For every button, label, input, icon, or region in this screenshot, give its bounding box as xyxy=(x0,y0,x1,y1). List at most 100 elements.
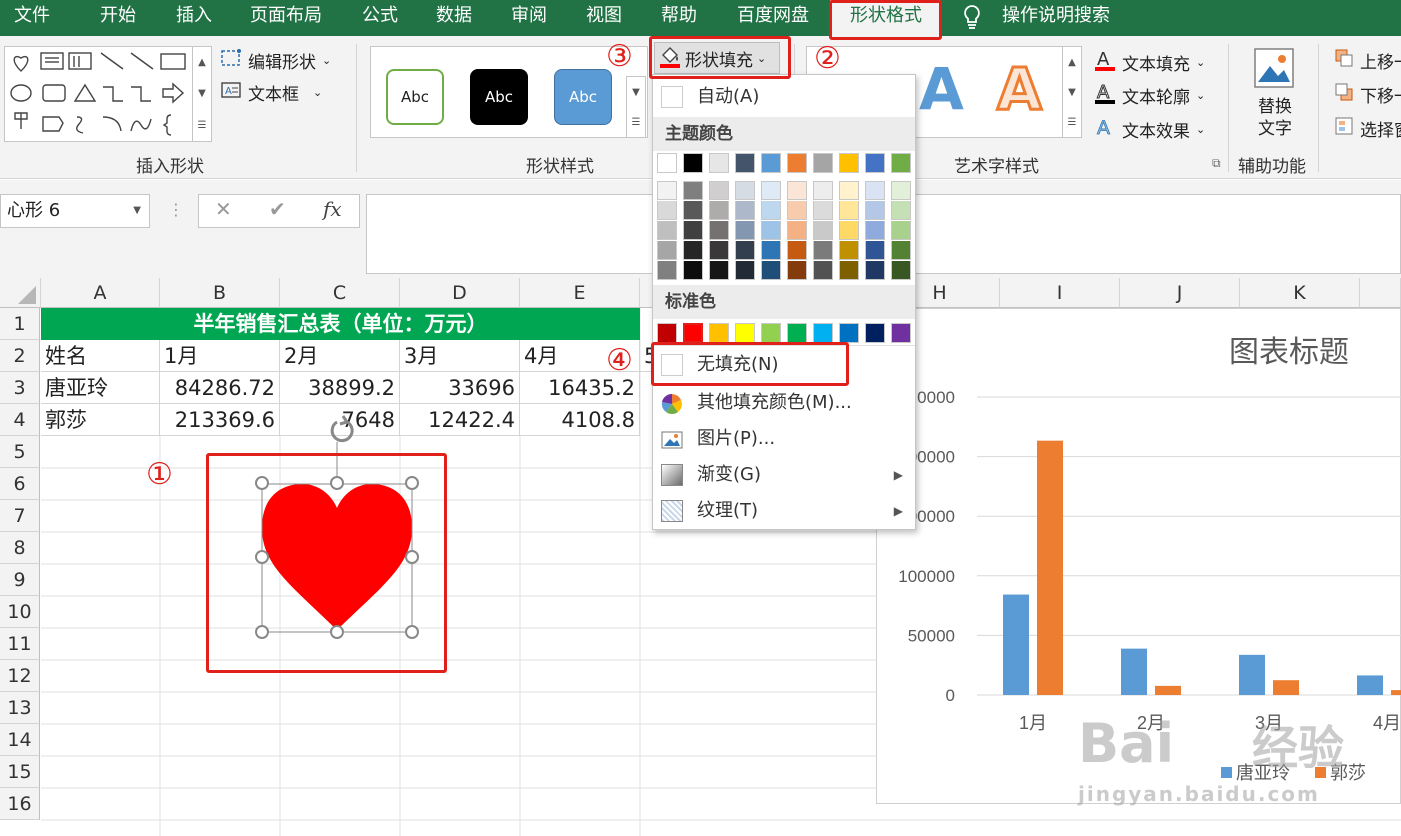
theme-shade-swatch[interactable] xyxy=(891,181,911,200)
theme-color-swatch[interactable] xyxy=(709,153,729,173)
row-header-11[interactable]: 11 xyxy=(0,628,40,660)
cell-c2[interactable]: 2月 xyxy=(280,340,400,372)
send-backward-button[interactable]: 下移一 xyxy=(1334,82,1401,107)
text-box-button[interactable]: A 文本框 ⌄ xyxy=(220,80,322,105)
cell-a4[interactable]: 郭莎 xyxy=(41,404,160,436)
row-header-6[interactable]: 6 xyxy=(0,468,40,500)
column-header-e[interactable]: E xyxy=(520,278,640,308)
row-header-1[interactable]: 1 xyxy=(0,308,40,340)
row-header-13[interactable]: 13 xyxy=(0,692,40,724)
cell-e4[interactable]: 4108.8 xyxy=(520,404,640,436)
tell-me-search[interactable]: 操作说明搜索 xyxy=(1002,0,1110,36)
menu-item-more-fill-colors[interactable]: 其他填充颜色(M)... xyxy=(653,385,915,421)
row-header-10[interactable]: 10 xyxy=(0,596,40,628)
theme-shade-swatch[interactable] xyxy=(813,181,833,200)
shape-style-black[interactable]: Abc xyxy=(470,69,528,125)
standard-color-swatch[interactable] xyxy=(787,323,807,343)
cancel-icon[interactable]: ✕ xyxy=(215,197,232,221)
theme-shade-swatch[interactable] xyxy=(735,201,755,220)
tab-help[interactable]: 帮助 xyxy=(661,0,697,36)
shape-gallery-scroll[interactable]: ▲ ▼ ☰ xyxy=(192,46,212,142)
menu-item-gradient[interactable]: 渐变(G) ▶ xyxy=(653,457,915,493)
row-header-2[interactable]: 2 xyxy=(0,340,40,372)
theme-shade-swatch[interactable] xyxy=(813,241,833,260)
dialog-launcher-icon[interactable]: ⧉ xyxy=(1212,156,1221,171)
shape-gallery[interactable] xyxy=(4,46,212,142)
theme-shade-swatch[interactable] xyxy=(787,181,807,200)
row-header-4[interactable]: 4 xyxy=(0,404,40,436)
theme-shade-swatch[interactable] xyxy=(761,181,781,200)
theme-shade-swatch[interactable] xyxy=(735,261,755,280)
chart-bar[interactable] xyxy=(1239,654,1265,695)
standard-color-swatch[interactable] xyxy=(891,323,911,343)
theme-shade-swatch[interactable] xyxy=(839,201,859,220)
theme-shade-swatch[interactable] xyxy=(735,221,755,240)
theme-shade-swatch[interactable] xyxy=(787,221,807,240)
row-header-9[interactable]: 9 xyxy=(0,564,40,596)
menu-item-texture[interactable]: 纹理(T) ▶ xyxy=(653,493,915,529)
theme-shade-swatch[interactable] xyxy=(657,241,677,260)
chart-bar[interactable] xyxy=(1037,440,1063,695)
row-header-16[interactable]: 16 xyxy=(0,788,40,820)
theme-shade-swatch[interactable] xyxy=(657,261,677,280)
theme-shade-swatch[interactable] xyxy=(787,241,807,260)
theme-shade-swatch[interactable] xyxy=(657,201,677,220)
cell-d3[interactable]: 33696 xyxy=(400,372,520,404)
theme-color-swatch[interactable] xyxy=(657,153,677,173)
row-header-3[interactable]: 3 xyxy=(0,372,40,404)
theme-shade-swatch[interactable] xyxy=(683,181,703,200)
standard-color-swatch[interactable] xyxy=(682,322,704,344)
standard-color-swatch[interactable] xyxy=(761,323,781,343)
chart-bar[interactable] xyxy=(1273,680,1299,695)
edit-shape-button[interactable]: 编辑形状 ⌄ xyxy=(220,48,331,73)
theme-color-swatch[interactable] xyxy=(891,153,911,173)
chevron-down-icon[interactable]: ▼ xyxy=(133,195,141,227)
theme-shade-swatch[interactable] xyxy=(787,201,807,220)
theme-shade-swatch[interactable] xyxy=(865,181,885,200)
theme-shade-swatch[interactable] xyxy=(839,261,859,280)
theme-shade-swatch[interactable] xyxy=(683,221,703,240)
wordart-style-blue[interactable]: A xyxy=(919,57,964,121)
theme-shade-swatch[interactable] xyxy=(709,261,729,280)
select-all-corner[interactable] xyxy=(0,278,41,308)
standard-color-swatch[interactable] xyxy=(709,323,729,343)
menu-item-automatic[interactable]: 自动(A) xyxy=(653,79,915,115)
theme-shade-swatch[interactable] xyxy=(865,221,885,240)
cell-a3[interactable]: 唐亚玲 xyxy=(41,372,160,404)
theme-shade-swatch[interactable] xyxy=(709,181,729,200)
theme-color-swatch[interactable] xyxy=(683,153,703,173)
enter-icon[interactable]: ✔ xyxy=(269,197,286,221)
chart-bar[interactable] xyxy=(1003,594,1029,695)
theme-shade-swatch[interactable] xyxy=(761,241,781,260)
insert-function-icon[interactable]: fx xyxy=(323,197,342,221)
theme-shade-swatch[interactable] xyxy=(683,261,703,280)
theme-shade-swatch[interactable] xyxy=(839,181,859,200)
wordart-style-orange-outline[interactable]: A xyxy=(996,56,1044,123)
row-header-7[interactable]: 7 xyxy=(0,500,40,532)
theme-shade-swatch[interactable] xyxy=(657,181,677,200)
theme-shade-swatch[interactable] xyxy=(709,221,729,240)
theme-shade-swatch[interactable] xyxy=(813,201,833,220)
row-header-5[interactable]: 5 xyxy=(0,436,40,468)
theme-shade-swatch[interactable] xyxy=(761,221,781,240)
shape-style-blue[interactable]: Abc xyxy=(554,69,612,125)
theme-color-swatch[interactable] xyxy=(735,153,755,173)
cell-a2[interactable]: 姓名 xyxy=(41,340,160,372)
tab-review[interactable]: 审阅 xyxy=(511,0,547,36)
theme-shade-swatch[interactable] xyxy=(709,241,729,260)
theme-shade-swatch[interactable] xyxy=(657,221,677,240)
theme-shade-swatch[interactable] xyxy=(761,201,781,220)
column-header-d[interactable]: D xyxy=(400,278,520,308)
row-header-14[interactable]: 14 xyxy=(0,724,40,756)
theme-shade-swatch[interactable] xyxy=(813,261,833,280)
column-header-l[interactable] xyxy=(1360,278,1401,308)
shape-style-gallery-scroll[interactable]: ▼ ☰ xyxy=(626,76,646,138)
tab-file[interactable]: 文件 xyxy=(14,0,50,36)
alt-text-button[interactable]: 替换文字 xyxy=(1246,46,1304,144)
chart-bar[interactable] xyxy=(1155,685,1181,695)
column-header-b[interactable]: B xyxy=(160,278,280,308)
standard-color-swatch[interactable] xyxy=(813,323,833,343)
column-header-k[interactable]: K xyxy=(1240,278,1360,308)
standard-color-swatch[interactable] xyxy=(865,323,885,343)
theme-shade-swatch[interactable] xyxy=(865,241,885,260)
